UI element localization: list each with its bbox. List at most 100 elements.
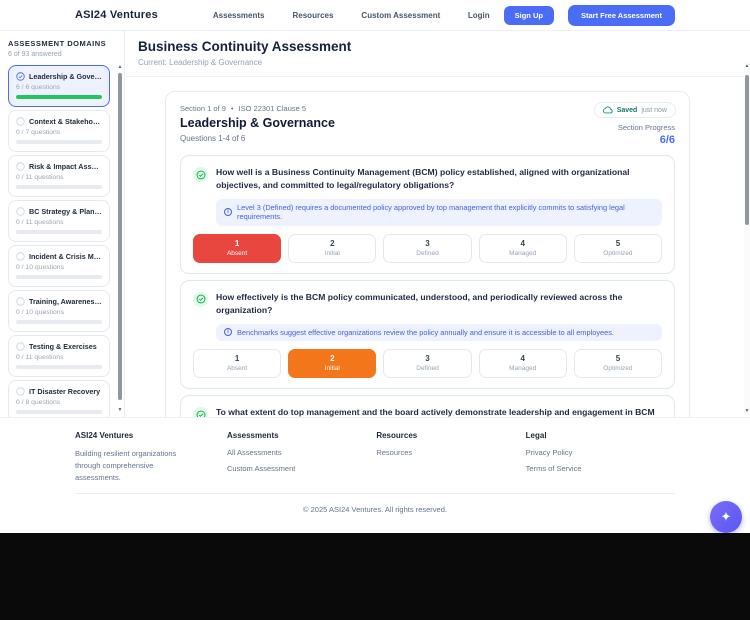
sidebar-item-label: Context & Stakehold… (29, 117, 102, 126)
signup-button[interactable]: Sign Up (503, 5, 554, 25)
sidebar-item-count: 0 / 7 questions (16, 129, 61, 136)
rating-1-absent[interactable]: 1 Absent (193, 349, 282, 379)
question-hint: i Level 3 (Defined) requires a documente… (216, 198, 662, 226)
question-hint: i Benchmarks suggest effective organizat… (216, 323, 662, 342)
sidebar-item-count: 0 / 10 questions (16, 309, 64, 316)
question-text: To what extent do top management and the… (216, 407, 655, 417)
progress-bar (16, 230, 102, 234)
footer-link-terms-of-service[interactable]: Terms of Service (526, 464, 675, 473)
sidebar-answered-count: 6 of 93 answered (8, 51, 62, 58)
empty-circle-icon (16, 207, 25, 216)
assistant-fab[interactable]: ✦ (710, 501, 742, 533)
section-title: Leadership & Governance (180, 116, 335, 130)
cloud-icon (602, 106, 613, 114)
sidebar-item-count: 6 / 6 questions (16, 84, 61, 91)
empty-circle-icon (16, 252, 25, 261)
sidebar-item-risk-impact[interactable]: Risk & Impact Assess… 0 / 11 questions (8, 155, 110, 197)
sidebar-item-label: Training, Awareness … (29, 297, 102, 306)
saved-label: Saved (616, 106, 638, 114)
rating-4-managed[interactable]: 4 Managed (478, 233, 567, 263)
empty-circle-icon (16, 387, 25, 396)
footer-link-all-assessments[interactable]: All Assessments (227, 448, 376, 457)
empty-circle-icon (16, 297, 25, 306)
nav-actions: Login Sign Up Start Free Assessment (468, 4, 675, 26)
question-text: How well is a Business Continuity Manage… (216, 167, 630, 191)
sidebar-item-label: Risk & Impact Assess… (29, 162, 102, 171)
rating-scale: 1 Absent 2 Initial 3 Defined 4 Managed 5… (193, 233, 663, 263)
sidebar-item-count: 0 / 11 questions (16, 219, 64, 226)
start-free-assessment-button[interactable]: Start Free Assessment (567, 4, 675, 26)
current-section-label: Current: Leadership & Governance (138, 58, 263, 67)
footer-resources-column: Resources Resources (376, 431, 525, 484)
sidebar-item-context-stakeholders[interactable]: Context & Stakehold… 0 / 7 questions (8, 110, 110, 152)
footer-link-privacy-policy[interactable]: Privacy Policy (526, 448, 675, 457)
sidebar-item-leadership-governance[interactable]: Leadership & Govern… 6 / 6 questions (8, 65, 110, 107)
rating-scale: 1 Absent 2 Initial 3 Defined 4 Managed 5… (193, 349, 663, 379)
section-number: Section 1 of 9 (180, 104, 226, 113)
sidebar-item-bc-strategy[interactable]: BC Strategy & Planni… 0 / 11 questions (8, 200, 110, 242)
sidebar-item-count: 0 / 10 questions (16, 264, 64, 271)
answered-check-icon (193, 291, 208, 307)
nav-link-custom-assessment[interactable]: Custom Assessment (361, 11, 440, 20)
footer-brand-column: ASI24 Ventures Building resilient organi… (75, 431, 227, 484)
scrollbar-thumb[interactable] (745, 75, 749, 225)
footer-link-custom-assessment[interactable]: Custom Assessment (227, 464, 376, 473)
info-icon: i (224, 328, 232, 337)
progress-bar (16, 410, 102, 414)
page-footer: ASI24 Ventures Building resilient organi… (0, 417, 750, 533)
nav-links: Assessments Resources Custom Assessment (213, 11, 440, 20)
sidebar-item-count: 0 / 11 questions (16, 174, 64, 181)
info-icon: i (224, 208, 232, 217)
rating-2-initial[interactable]: 2 Initial (288, 233, 377, 263)
scroll-down-icon[interactable]: ▼ (744, 408, 750, 414)
progress-bar (16, 365, 102, 369)
rating-2-initial[interactable]: 2 Initial (288, 349, 377, 379)
progress-bar (16, 95, 102, 99)
rating-3-defined[interactable]: 3 Defined (383, 349, 472, 379)
window-scrollbar[interactable]: ▲ ▼ (744, 62, 750, 415)
rating-1-absent[interactable]: 1 Absent (193, 233, 282, 263)
nav-link-assessments[interactable]: Assessments (213, 11, 265, 20)
scrollbar-thumb[interactable] (118, 73, 122, 400)
sidebar-item-count: 0 / 8 questions (16, 399, 61, 406)
app-window: ASI24 Ventures Assessments Resources Cus… (0, 0, 750, 533)
sidebar-item-label: Incident & Crisis Man… (29, 252, 102, 261)
scroll-up-icon[interactable]: ▲ (117, 64, 123, 70)
sidebar-scrollbar[interactable]: ▲ ▼ (117, 64, 123, 413)
rating-4-managed[interactable]: 4 Managed (478, 349, 567, 379)
saved-time: just now (641, 106, 667, 114)
login-link[interactable]: Login (468, 11, 490, 20)
answered-check-icon (193, 167, 208, 182)
footer-link-resources[interactable]: Resources (376, 448, 525, 457)
brand-logo[interactable]: ASI24 Ventures (75, 9, 158, 21)
sidebar-item-label: Testing & Exercises (29, 342, 97, 351)
sidebar-item-training-awareness[interactable]: Training, Awareness … 0 / 10 questions (8, 290, 110, 332)
scroll-down-icon[interactable]: ▼ (117, 407, 123, 413)
sidebar-item-incident-crisis[interactable]: Incident & Crisis Man… 0 / 10 questions (8, 245, 110, 287)
question-card-3: To what extent do top management and the… (180, 395, 675, 417)
top-nav: ASI24 Ventures Assessments Resources Cus… (0, 0, 750, 31)
question-card-1: How well is a Business Continuity Manage… (180, 155, 675, 274)
nav-link-resources[interactable]: Resources (293, 11, 334, 20)
footer-divider (75, 493, 675, 494)
saved-status-badge: Saved just now (593, 102, 676, 118)
sidebar-item-label: BC Strategy & Planni… (29, 207, 102, 216)
scroll-up-icon[interactable]: ▲ (744, 63, 750, 69)
check-circle-icon (16, 72, 25, 81)
empty-circle-icon (16, 342, 25, 351)
question-text: How effectively is the BCM policy commun… (216, 291, 623, 316)
sidebar-item-it-disaster-recovery[interactable]: IT Disaster Recovery 0 / 8 questions (8, 380, 110, 422)
assessment-card: Saved just now Section 1 of 9 • ISO 2230… (165, 91, 690, 417)
footer-tagline: Building resilient organizations through… (75, 449, 177, 482)
section-progress: Section Progress 6/6 (618, 123, 675, 146)
progress-bar (16, 140, 102, 144)
hint-text: Benchmarks suggest effective organizatio… (237, 327, 614, 337)
sparkle-icon: ✦ (720, 509, 732, 524)
sidebar-item-testing-exercises[interactable]: Testing & Exercises 0 / 11 questions (8, 335, 110, 377)
hint-text: Level 3 (Defined) requires a documented … (237, 202, 625, 222)
rating-5-optimized[interactable]: 5 Optimized (573, 349, 663, 379)
progress-bar (16, 275, 102, 279)
questions-range: Questions 1-4 of 6 (180, 134, 246, 143)
rating-3-defined[interactable]: 3 Defined (383, 233, 472, 263)
rating-5-optimized[interactable]: 5 Optimized (573, 233, 663, 263)
